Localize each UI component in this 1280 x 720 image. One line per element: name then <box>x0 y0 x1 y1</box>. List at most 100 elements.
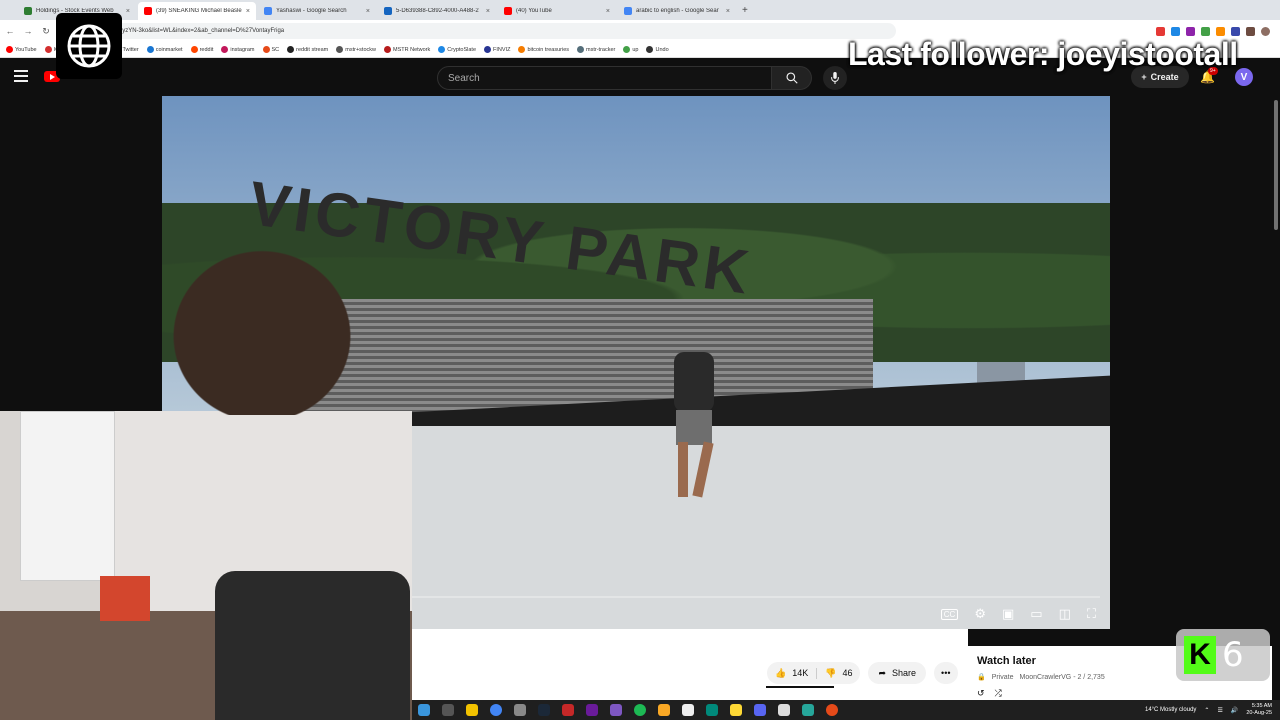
bookmark-favicon-icon <box>6 46 13 53</box>
bookmark-item[interactable]: CryptoSlate <box>438 46 476 53</box>
bookmark-favicon-icon <box>262 46 270 53</box>
obs-icon[interactable] <box>826 704 838 716</box>
notion-icon[interactable] <box>682 704 694 716</box>
bookmark-item[interactable]: SC <box>262 46 279 53</box>
bookmark-item[interactable]: mstr+stockw <box>336 46 376 53</box>
bookmark-item[interactable]: bitcoin treasuries <box>518 46 569 53</box>
extension-icon[interactable] <box>1171 26 1180 36</box>
clock[interactable]: 5:35 AM 20-Aug-25 <box>1246 703 1272 717</box>
menu-icon[interactable] <box>14 70 28 82</box>
bookmark-label: CryptoSlate <box>447 46 477 53</box>
bookmark-item[interactable]: reddit <box>190 46 213 53</box>
extension-icon[interactable] <box>1216 26 1225 36</box>
forward-icon[interactable]: → <box>22 26 34 36</box>
clock-time: 5:35 AM <box>1251 703 1272 709</box>
search-button[interactable] <box>772 66 812 90</box>
loop-icon[interactable]: ↺ <box>977 688 985 699</box>
new-tab-icon[interactable]: + <box>742 5 748 16</box>
tray-chevron-icon[interactable]: ⌃ <box>1204 707 1209 714</box>
bookmark-label: Twitter <box>122 46 139 53</box>
search-input[interactable]: Search <box>437 66 772 90</box>
volume-icon[interactable]: 🔊 <box>1231 707 1238 714</box>
extension-icon[interactable] <box>1246 26 1255 36</box>
voice-search-button[interactable] <box>823 66 847 90</box>
taskbar-app-icon[interactable] <box>562 704 574 716</box>
bookmark-label: YouTube <box>15 46 37 53</box>
spotify-icon[interactable] <box>634 704 646 716</box>
notion-icon[interactable] <box>778 704 790 716</box>
profile-icon[interactable] <box>1261 26 1270 36</box>
tab-close-icon[interactable]: × <box>606 8 610 15</box>
settings-gear-icon[interactable]: ⚙ <box>974 606 986 622</box>
browser-tab[interactable]: (39) SNEAKING Michael Beasle × <box>138 2 256 20</box>
captions-button[interactable]: CC <box>940 608 959 620</box>
scrollbar-thumb[interactable] <box>1274 100 1278 230</box>
bookmark-item[interactable]: reddit stream <box>287 46 328 53</box>
theater-mode-icon[interactable]: ▭ <box>1030 606 1042 622</box>
share-label: Share <box>892 668 917 678</box>
taskbar-app-icon[interactable] <box>514 704 526 716</box>
wifi-icon[interactable]: ☰ <box>1217 707 1222 714</box>
url-field[interactable]: watch?v=1B6yzYN-3ko&list=WL&index=2&ab_c… <box>76 23 896 39</box>
browser-tab[interactable]: 5-D639388-C892-4000-A488-2 × <box>378 2 496 20</box>
extension-icon[interactable] <box>1186 26 1195 36</box>
extension-icon[interactable] <box>1201 26 1210 36</box>
more-actions-button[interactable]: ••• <box>934 662 958 684</box>
cast-icon[interactable]: ◫ <box>1059 606 1071 622</box>
tab-close-icon[interactable]: × <box>726 8 730 15</box>
back-icon[interactable]: ← <box>4 26 16 36</box>
lock-icon: 🔒 <box>977 674 986 681</box>
bookmark-item[interactable]: FINVIZ <box>484 46 510 53</box>
taskbar-app-icon[interactable] <box>610 704 622 716</box>
discord-icon[interactable] <box>754 704 766 716</box>
bookmark-item[interactable]: Undo <box>646 46 669 53</box>
weather-text[interactable]: 14°C Mostly cloudy <box>1145 707 1196 713</box>
fullscreen-icon[interactable]: ⛶ <box>1087 606 1096 622</box>
playlist-title[interactable]: Watch later <box>977 655 1036 667</box>
share-button[interactable]: ➦ Share <box>868 662 927 684</box>
start-icon[interactable] <box>418 704 430 716</box>
taskbar-app-icon[interactable] <box>658 704 670 716</box>
kick-counter-widget: K 6 <box>1176 629 1270 681</box>
bookmark-item[interactable]: mstr-tracker <box>577 46 615 53</box>
file-explorer-icon[interactable] <box>466 704 478 716</box>
like-count: 14K <box>792 668 809 678</box>
bookmark-label: bitcoin treasuries <box>527 46 570 53</box>
page-scrollbar[interactable] <box>1272 96 1280 700</box>
tab-close-icon[interactable]: × <box>486 8 490 15</box>
chrome-icon[interactable] <box>490 704 502 716</box>
taskbar-app-icon[interactable] <box>706 704 718 716</box>
bookmark-item[interactable]: instagram <box>221 46 255 53</box>
browser-tab[interactable]: arabic to english - Google Sear × <box>618 2 736 20</box>
system-tray: 14°C Mostly cloudy ⌃ ☰ 🔊 5:35 AM 20-Aug-… <box>1145 703 1280 717</box>
dislike-button[interactable]: 👎 46 <box>816 667 860 679</box>
bookmark-item[interactable]: MSTR Network <box>383 46 430 53</box>
tab-close-icon[interactable]: × <box>366 8 370 15</box>
bookmark-favicon-icon <box>623 46 631 53</box>
tab-title: Yashaswi - Google Search <box>276 8 347 14</box>
bookmark-favicon-icon <box>484 46 492 53</box>
taskbar-app-icon[interactable] <box>730 704 742 716</box>
bookmark-favicon-icon <box>577 46 585 53</box>
tab-favicon-icon <box>384 7 392 15</box>
miniplayer-icon[interactable]: ▣ <box>1002 606 1014 622</box>
shuffle-icon[interactable]: ⤮ <box>995 688 1002 699</box>
taskbar-app-icon[interactable] <box>586 704 598 716</box>
browser-tab[interactable]: (40) YouTube × <box>498 2 616 20</box>
bookmark-favicon-icon <box>383 46 391 53</box>
bookmark-item[interactable]: coinmarket <box>146 46 183 53</box>
bookmark-item[interactable]: YouTube <box>6 46 37 53</box>
extension-icons <box>1156 26 1280 36</box>
tab-close-icon[interactable]: × <box>126 8 130 15</box>
browser-tab[interactable]: Yashaswi - Google Search × <box>258 2 376 20</box>
extension-icon[interactable] <box>1156 26 1165 36</box>
extension-icon[interactable] <box>1231 26 1240 36</box>
search-taskbar-icon[interactable] <box>442 704 454 716</box>
bookmark-item[interactable]: up <box>623 46 638 53</box>
like-button[interactable]: 👍 14K <box>767 668 816 679</box>
taskbar-app-icon[interactable] <box>802 704 814 716</box>
reload-icon[interactable]: ↻ <box>40 26 52 37</box>
steam-icon[interactable] <box>538 704 550 716</box>
tab-close-icon[interactable]: × <box>246 8 250 15</box>
bookmark-label: Undo <box>655 46 669 53</box>
